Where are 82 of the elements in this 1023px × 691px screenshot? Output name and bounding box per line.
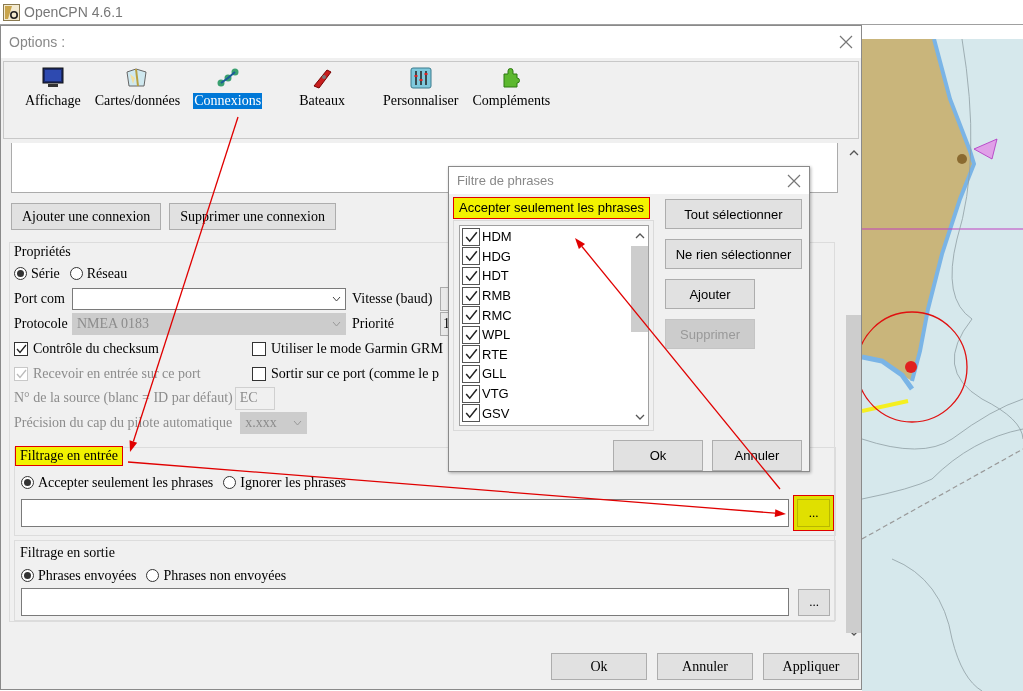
list-item-label: HDT [482, 268, 509, 284]
checkbox[interactable] [462, 267, 480, 285]
checkbox[interactable] [462, 247, 480, 266]
close-icon[interactable] [839, 35, 853, 49]
list-item-label: HDG [482, 248, 511, 264]
checkbox-label: Utiliser le mode Garmin GRM [271, 340, 443, 357]
radio-label: Ignorer les phrases [240, 474, 347, 491]
radio-label: Phrases non envoyées [163, 567, 287, 584]
checkbox[interactable] [462, 404, 480, 423]
group-title: Propriétés [14, 243, 71, 261]
checkbox[interactable] [462, 345, 480, 364]
category-tab[interactable]: Connexions [187, 62, 269, 109]
field-label: Port com [14, 290, 66, 307]
checkbox-label: Contrôle du checksum [33, 340, 159, 357]
radio-button[interactable] [223, 476, 237, 489]
radio-label: Accepter seulement les phrases [38, 474, 214, 491]
category-tab[interactable]: Compléments [465, 62, 558, 109]
category-tab[interactable]: Personnaliser [376, 62, 466, 109]
category-tab[interactable]: Affichage [18, 62, 88, 109]
checkbox[interactable] [462, 306, 480, 325]
dialog-button[interactable]: Ne rien sélectionner [665, 239, 802, 269]
radio-button[interactable] [21, 569, 34, 582]
browse-button[interactable]: ... [793, 495, 834, 531]
sliders-icon [407, 66, 434, 90]
monitor-icon [39, 66, 66, 90]
checkbox[interactable] [252, 366, 266, 381]
action-button[interactable]: Ajouter une connexion [11, 203, 162, 230]
close-icon[interactable] [787, 173, 801, 188]
category-tab[interactable]: Bateaux [292, 62, 352, 109]
field-label: Priorité [352, 315, 395, 332]
field-label: Vitesse (baud) [352, 290, 434, 307]
radio-label: Réseau [86, 265, 128, 282]
list-item-label: VTG [482, 386, 509, 402]
dropdown[interactable] [72, 287, 346, 310]
checkbox[interactable] [252, 341, 266, 356]
input-field[interactable] [21, 588, 789, 616]
radio-label: Série [31, 265, 60, 282]
scroll-up-icon[interactable] [634, 232, 645, 240]
dialog-button[interactable]: Tout sélectionner [665, 199, 802, 229]
app-title: OpenCPN 4.6.1 [24, 4, 123, 20]
app-icon [3, 3, 20, 21]
dialog-button[interactable]: Appliquer [763, 653, 859, 680]
caret-icon [293, 419, 303, 426]
list-item-label: RTE [482, 346, 508, 362]
dialog-button[interactable]: Ok [551, 653, 647, 680]
checkbox[interactable] [14, 341, 28, 356]
list-item-label: RMB [482, 288, 511, 304]
dialog-button[interactable]: Ok [613, 440, 703, 471]
input-field[interactable] [21, 499, 789, 527]
group-title: Filtrage en sortie [19, 544, 116, 562]
checkbox[interactable] [462, 364, 480, 383]
scroll-thumb[interactable] [631, 246, 648, 332]
checkbox-label: Sortir sur ce port (comme le p [271, 365, 439, 382]
dialog-title: Options : [9, 34, 66, 50]
sentence-list[interactable]: HDM HDG HDT RMB RMC WPL RTE GLL VTG GSV [459, 225, 649, 426]
radio-button[interactable] [14, 267, 27, 280]
checkbox[interactable] [462, 286, 480, 305]
dialog-button[interactable]: Ajouter [665, 279, 755, 309]
radio-button[interactable] [69, 267, 83, 280]
category-tab[interactable]: Cartes/données [87, 62, 188, 109]
group-title: Filtrage en entrée [15, 446, 123, 466]
caret-icon [332, 320, 341, 327]
checkbox[interactable] [462, 325, 480, 344]
radio-button[interactable] [21, 476, 34, 489]
heading-label: Accepter seulement les phrases [453, 197, 650, 219]
list-item-label: RMC [482, 307, 512, 323]
radio-button[interactable] [146, 569, 160, 582]
list-item-label: HDM [482, 229, 512, 245]
dialog-button[interactable]: Annuler [657, 653, 753, 680]
scroll-down-icon[interactable] [634, 413, 645, 421]
checkbox[interactable] [462, 227, 480, 246]
checkbox[interactable] [462, 384, 480, 403]
list-item-label: GSV [482, 405, 510, 421]
list-item-label: GLL [482, 366, 507, 382]
caret-icon [332, 295, 341, 302]
dialog-title: Filtre de phrases [457, 173, 554, 188]
list-item-label: WPL [482, 327, 511, 343]
field-label: Protocole [14, 315, 69, 332]
browse-button[interactable]: ... [798, 588, 830, 616]
radio-label: Phrases envoyées [38, 567, 137, 584]
scroll-thumb[interactable] [846, 315, 861, 633]
scroll-up-icon[interactable] [848, 149, 859, 157]
